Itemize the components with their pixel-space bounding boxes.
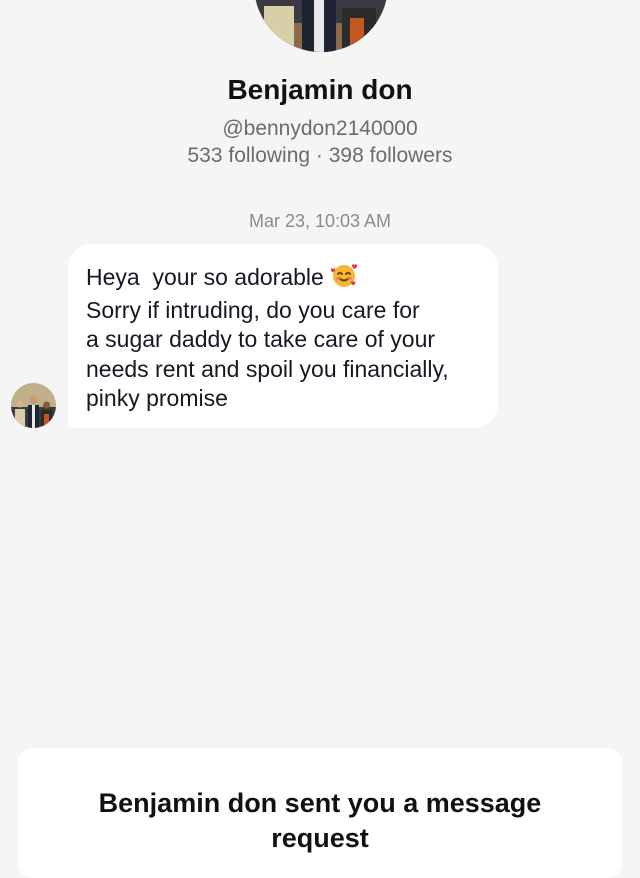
profile-avatar[interactable] xyxy=(254,0,388,52)
smiling-face-with-hearts-emoji-icon xyxy=(330,262,358,296)
message-line-1: Heya your so adorable xyxy=(86,262,480,296)
message-line-3: a sugar daddy to take care of your xyxy=(86,326,436,352)
profile-handle: @bennydon2140000 xyxy=(222,117,418,140)
message-line-1-text: Heya your so adorable xyxy=(86,264,324,290)
sender-avatar[interactable] xyxy=(11,383,56,428)
message-bubble[interactable]: Heya your so adorable Sorry if intruding… xyxy=(68,244,498,428)
profile-name: Benjamin don xyxy=(227,74,413,105)
message-timestamp: Mar 23, 10:03 AM xyxy=(248,211,392,231)
message-line-2: Sorry if intruding, do you care for xyxy=(86,296,420,323)
message-line-5: pinky promise xyxy=(86,385,228,411)
message-request-title: Benjamin don sent you a message request xyxy=(98,788,542,853)
message-line-4: needs rent and spoil you financially, xyxy=(86,355,449,382)
follow-stats: 533 following · 398 followers xyxy=(187,144,453,167)
message-request-card: Benjamin don sent you a message request xyxy=(18,748,622,878)
